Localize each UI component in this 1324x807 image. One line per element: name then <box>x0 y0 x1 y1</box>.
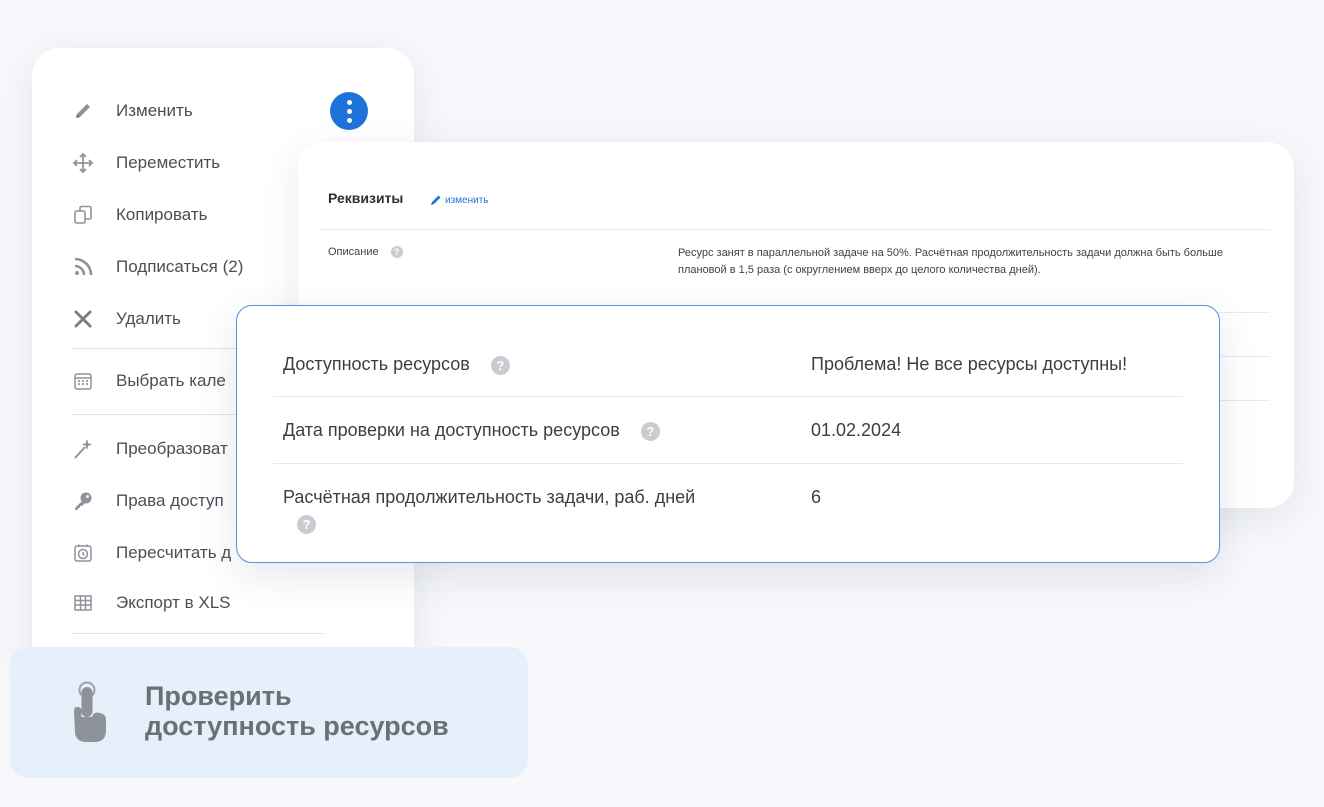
help-icon[interactable]: ? <box>297 515 316 534</box>
menu-item-label: Удалить <box>116 309 181 328</box>
cta-line-2: доступность ресурсов <box>145 711 449 742</box>
kebab-dot <box>346 99 352 105</box>
menu-item-label: Переместить <box>116 153 221 172</box>
more-options-button[interactable] <box>330 92 368 130</box>
kebab-dot <box>346 117 352 123</box>
calendar-icon <box>70 368 96 394</box>
help-icon-wrap: ? <box>297 515 316 534</box>
requisites-title: Реквизиты <box>328 190 404 206</box>
menu-item-recalculate[interactable]: Пересчитать д <box>70 538 231 568</box>
description-text: Ресурс занят в параллельной задаче на 50… <box>678 247 1223 276</box>
magic-wand-icon <box>70 436 96 462</box>
availability-label-text: Доступность ресурсов <box>283 354 470 374</box>
check-date-label-text: Дата проверки на доступность ресурсов <box>283 420 620 440</box>
menu-item-access-rights[interactable]: Права доступ <box>70 486 224 516</box>
pencil-icon <box>431 195 441 205</box>
resource-availability-card: Доступность ресурсов ? Проблема! Не все … <box>236 305 1220 563</box>
duration-value: 6 <box>811 487 822 507</box>
help-icon[interactable]: ? <box>490 355 510 375</box>
menu-item-label: Изменить <box>116 101 193 120</box>
rss-icon <box>70 254 96 280</box>
menu-item-label: Выбрать кале <box>116 371 226 390</box>
menu-item-label: Экспорт в XLS <box>116 593 231 612</box>
menu-item-select-calendar[interactable]: Выбрать кале <box>70 366 226 396</box>
menu-item-transform[interactable]: Преобразоват <box>70 434 228 464</box>
description-label: Описание ? <box>328 246 403 258</box>
check-date-value: 01.02.2024 <box>811 420 902 440</box>
availability-label: Доступность ресурсов ? <box>283 354 510 375</box>
help-icon[interactable]: ? <box>640 421 660 441</box>
menu-item-label: Копировать <box>116 205 208 224</box>
cta-line-1: Проверить <box>145 681 292 711</box>
menu-divider <box>72 633 324 634</box>
duration-label: Расчётная продолжительность задачи, раб.… <box>283 487 696 507</box>
menu-item-delete[interactable]: Удалить <box>70 304 181 334</box>
menu-item-label: Права доступ <box>116 491 224 510</box>
requisites-edit-link[interactable]: изменить <box>430 194 489 206</box>
check-date-label: Дата проверки на доступность ресурсов ? <box>283 420 660 441</box>
pencil-icon <box>70 98 96 124</box>
copy-icon <box>70 202 96 228</box>
description-label-text: Описание <box>328 246 379 258</box>
menu-item-label: Пересчитать д <box>116 543 232 562</box>
menu-item-edit[interactable]: Изменить <box>70 96 193 126</box>
row-divider <box>273 463 1183 464</box>
menu-item-label: Преобразоват <box>116 439 228 458</box>
menu-item-move[interactable]: Переместить <box>70 148 220 178</box>
clock-calendar-icon <box>70 540 96 566</box>
tap-finger-icon <box>74 681 106 742</box>
table-grid-icon <box>70 590 96 616</box>
key-icon <box>70 488 96 514</box>
cta-label: Проверить доступность ресурсов <box>145 681 449 741</box>
menu-item-subscribe[interactable]: Подписаться (2) <box>70 252 243 282</box>
menu-item-export-xls[interactable]: Экспорт в XLS <box>70 588 230 618</box>
check-availability-button[interactable]: Проверить доступность ресурсов <box>10 647 528 778</box>
edit-link-label: изменить <box>445 194 489 206</box>
move-icon <box>70 150 96 176</box>
requisites-divider <box>318 229 1270 230</box>
close-icon <box>70 306 96 332</box>
menu-item-label: Подписаться (2) <box>116 257 244 276</box>
menu-item-copy[interactable]: Копировать <box>70 200 208 230</box>
availability-value: Проблема! Не все ресурсы доступны! <box>811 354 1128 374</box>
kebab-dot <box>346 108 352 114</box>
row-divider <box>273 396 1183 397</box>
help-icon[interactable]: ? <box>390 246 403 258</box>
